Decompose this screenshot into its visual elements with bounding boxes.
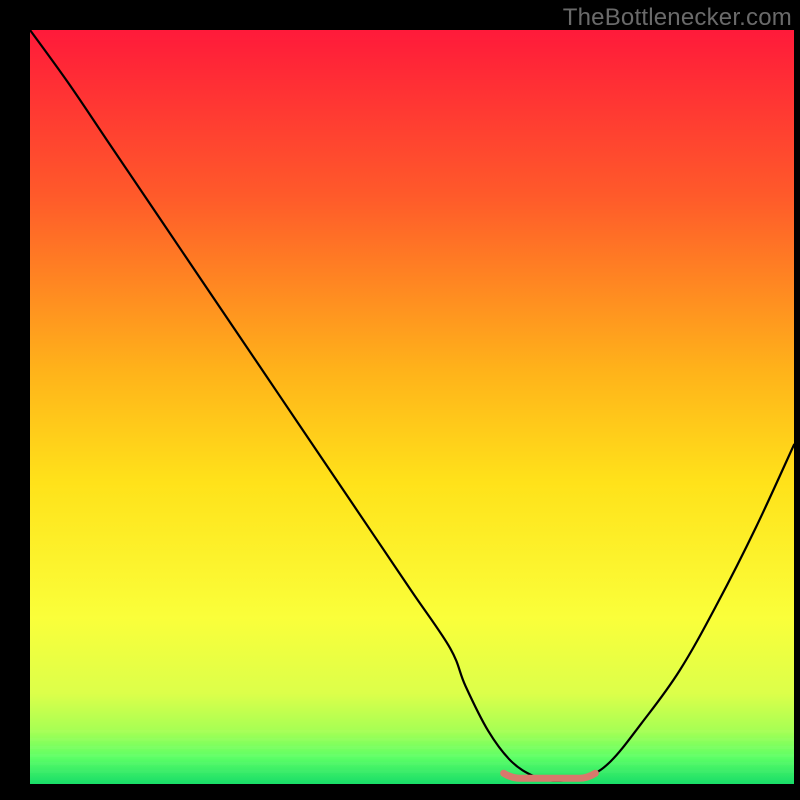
chart-svg (30, 30, 794, 784)
chart-frame: TheBottlenecker.com (0, 0, 800, 800)
watermark-text: TheBottlenecker.com (563, 4, 792, 32)
plot-area (30, 30, 794, 784)
